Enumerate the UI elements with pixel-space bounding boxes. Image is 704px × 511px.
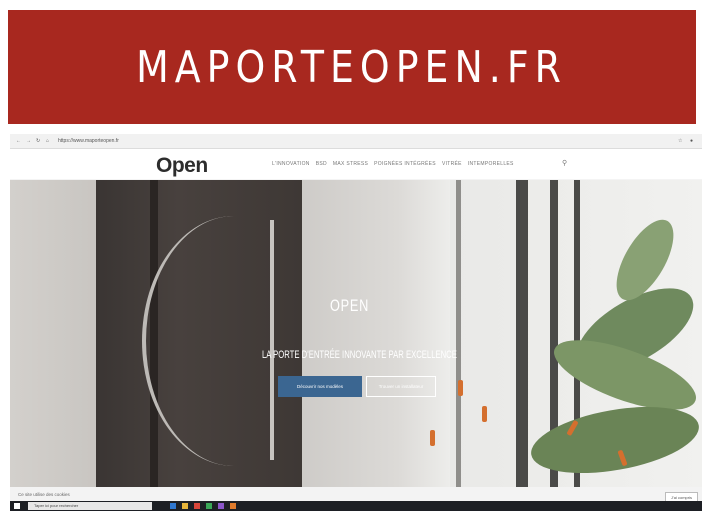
nav-item-intemporelles[interactable]: INTEMPORELLES xyxy=(468,161,514,167)
url-text[interactable]: https://www.maporteopen.fr xyxy=(58,138,119,144)
nav-item-bsd[interactable]: BSD xyxy=(316,161,327,167)
nav-item-poignees[interactable]: POIGNÉES INTÉGRÉES xyxy=(374,161,436,167)
profile-icon[interactable]: ● xyxy=(690,138,693,144)
hero-section: OPEN LA PORTE D'ENTRÉE INNOVANTE PAR EXC… xyxy=(10,180,702,487)
nav-item-max-stress[interactable]: MAX STRESS xyxy=(333,161,368,167)
edge-icon[interactable] xyxy=(170,503,176,509)
site-logo[interactable]: Open xyxy=(156,154,208,178)
site-header: Open L'INNOVATION BSD MAX STRESS POIGNÉE… xyxy=(10,149,702,179)
hero-title: OPEN xyxy=(330,296,370,315)
cookie-bar: Ce site utilise des cookies J'ai compris xyxy=(10,487,702,503)
cookie-text: Ce site utilise des cookies xyxy=(18,492,70,497)
hero-content: OPEN LA PORTE D'ENTRÉE INNOVANTE PAR EXC… xyxy=(10,180,702,487)
windows-taskbar: Taper ici pour rechercher xyxy=(10,501,702,511)
main-nav: L'INNOVATION BSD MAX STRESS POIGNÉES INT… xyxy=(272,161,514,167)
nav-item-vitree[interactable]: VITRÉE xyxy=(442,161,462,167)
nav-item-innovation[interactable]: L'INNOVATION xyxy=(272,161,310,167)
discover-models-button[interactable]: Découvrir nos modèles xyxy=(278,376,362,397)
banner-title: MAPORTEOPEN.FR xyxy=(136,41,568,93)
find-installer-button[interactable]: Trouver un installateur xyxy=(366,376,436,397)
website-screenshot: ← → ↻ ⌂ https://www.maporteopen.fr ☆ ● O… xyxy=(10,134,702,511)
windows-start-icon[interactable] xyxy=(14,503,20,509)
app-icon[interactable] xyxy=(218,503,224,509)
app-icon[interactable] xyxy=(230,503,236,509)
app-icon[interactable] xyxy=(206,503,212,509)
star-icon[interactable]: ☆ xyxy=(678,138,682,144)
home-icon[interactable]: ⌂ xyxy=(46,138,49,144)
reload-icon[interactable]: ↻ xyxy=(36,138,40,144)
banner: MAPORTEOPEN.FR xyxy=(8,10,696,124)
forward-icon[interactable]: → xyxy=(26,138,31,144)
app-icon[interactable] xyxy=(194,503,200,509)
search-icon[interactable]: ⚲ xyxy=(562,159,567,167)
folder-icon[interactable] xyxy=(182,503,188,509)
back-icon[interactable]: ← xyxy=(16,138,21,144)
browser-address-bar[interactable]: ← → ↻ ⌂ https://www.maporteopen.fr ☆ ● xyxy=(10,134,702,149)
taskbar-search-input[interactable]: Taper ici pour rechercher xyxy=(28,502,152,510)
hero-tagline: LA PORTE D'ENTRÉE INNOVANTE PAR EXCELLEN… xyxy=(262,349,457,361)
